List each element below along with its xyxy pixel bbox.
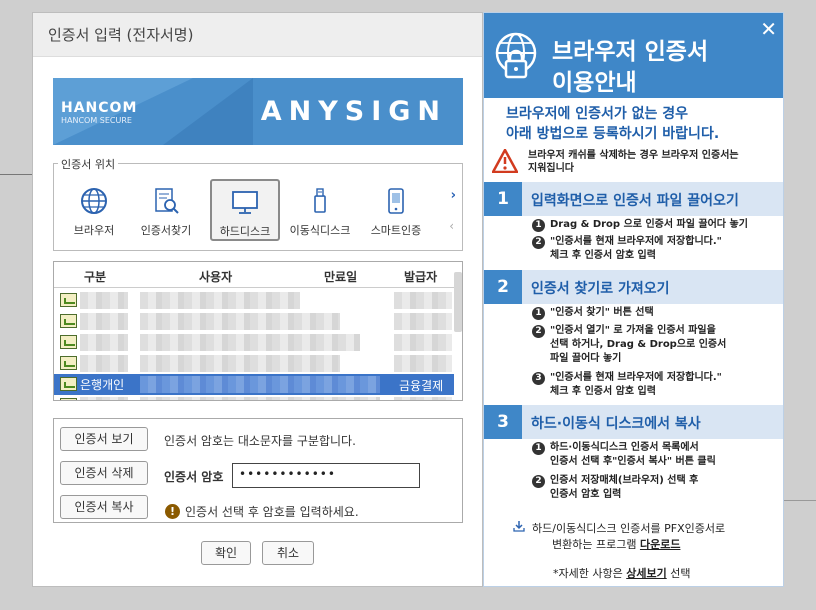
view-certificate-button[interactable]: 인증서 보기 [60, 427, 148, 451]
step-title: 인증서 찾기로 가져오기 [531, 281, 670, 297]
location-label: 인증서 위치 [58, 156, 119, 172]
location-hard-disk[interactable]: 하드디스크 [210, 179, 280, 241]
case-sensitive-hint: 인증서 암호는 대소문자를 구분합니다. [164, 434, 356, 448]
step-title: 입력화면으로 인증서 파일 끌어오기 [531, 193, 739, 209]
step-item: "인증서 열기" 로 가져올 인증서 파일을 선택 하거나, Drag & Dro… [550, 325, 727, 364]
certificate-status-icon [60, 293, 77, 307]
certificate-status-icon [60, 335, 77, 349]
table-row[interactable] [54, 311, 454, 332]
copy-certificate-button[interactable]: 인증서 복사 [60, 495, 148, 519]
certificate-status-icon [60, 356, 77, 370]
certificate-type: 은행개인 [80, 378, 125, 392]
cancel-button[interactable]: 취소 [262, 541, 314, 565]
guide-title: 브라우저 인증서 [552, 39, 709, 65]
globe-lock-icon [495, 32, 537, 79]
column-user: 사용자 [199, 270, 233, 284]
cache-warning: 브라우저 캐쉬를 삭제하는 경우 브라우저 인증서는 지워집니다 [528, 150, 739, 174]
background-line [784, 500, 816, 501]
step-item: "인증서를 현재 브라우저에 저장합니다." 체크 후 인증서 암호 입력 [550, 236, 722, 261]
pfx-download-text: 하드/이동식디스크 인증서를 PFX인증서로 [532, 522, 726, 535]
step-item-number: 2 [532, 475, 545, 488]
certificate-search-icon [155, 188, 179, 214]
intro-text: 브라우저에 인증서가 없는 경우 [506, 106, 689, 122]
certificate-status-icon [60, 314, 77, 328]
guide-header: 브라우저 인증서 이용안내 ✕ [484, 13, 783, 98]
step-3-header: 3 하드·이동식 디스크에서 복사 [484, 405, 783, 439]
download-link[interactable]: 다운로드 [640, 538, 680, 551]
download-icon [513, 521, 525, 532]
prev-arrow-icon[interactable]: ‹ [449, 219, 454, 233]
guide-subtitle: 이용안내 [552, 70, 637, 96]
warning-icon [492, 149, 518, 173]
browser-certificate-guide: 브라우저 인증서 이용안내 ✕ 브라우저에 인증서가 없는 경우 아래 방법으로… [483, 12, 784, 587]
location-certificate-search[interactable]: 인증서찾기 [132, 180, 200, 242]
dialog-title: 인증서 입력 (전자서명) [33, 13, 482, 57]
step-item-number: 1 [532, 219, 545, 232]
step-item-number: 2 [532, 325, 545, 338]
table-row-selected[interactable]: 은행개인 금융결제원 [54, 374, 454, 400]
step-item: 하드·이동식디스크 인증서 목록에서 인증서 선택 후"인증서 복사" 버튼 클릭 [550, 442, 716, 467]
table-row[interactable] [54, 332, 454, 353]
ok-button[interactable]: 확인 [201, 541, 251, 565]
next-arrow-icon[interactable]: › [451, 188, 456, 203]
password-label: 인증서 암호 [164, 470, 224, 484]
password-input[interactable]: •••••••••••• [232, 463, 420, 488]
step-number: 2 [484, 270, 522, 304]
table-scrollbar[interactable] [454, 272, 462, 332]
hancom-logo: HANCOM [61, 100, 138, 116]
certificate-dialog: 인증서 입력 (전자서명) HANCOM HANCOM SECURE ANYSI… [32, 12, 483, 587]
table-row[interactable] [54, 290, 454, 311]
detail-link[interactable]: 상세보기 [626, 567, 666, 580]
location-smart-certificate[interactable]: 스마트인증 [362, 180, 430, 242]
step-title: 하드·이동식 디스크에서 복사 [531, 416, 701, 432]
usb-icon [314, 188, 326, 213]
step-2-header: 2 인증서 찾기로 가져오기 [484, 270, 783, 304]
password-hint: 인증서 선택 후 암호를 입력하세요. [185, 505, 359, 519]
certificate-controls: 인증서 보기 인증서 암호는 대소문자를 구분합니다. 인증서 삭제 인증서 암… [53, 418, 463, 523]
intro-text: 아래 방법으로 등록하시기 바랍니다. [506, 126, 720, 142]
certificate-status-icon [60, 377, 77, 391]
anysign-banner: HANCOM HANCOM SECURE ANYSIGN [53, 78, 463, 145]
step-item-number: 2 [532, 236, 545, 249]
step-item-number: 1 [532, 442, 545, 455]
smartphone-icon [388, 188, 404, 214]
location-browser[interactable]: 브라우저 [60, 180, 128, 242]
column-type: 구분 [84, 270, 107, 284]
step-number: 3 [484, 405, 522, 439]
certificate-table: 구분 사용자 만료일 발급자 은행개인 금융결제 [53, 261, 463, 401]
globe-icon [81, 188, 107, 214]
step-number: 1 [484, 182, 522, 216]
info-icon: ! [165, 504, 180, 519]
detail-text: *자세한 사항은 상세보기 선택 [553, 567, 691, 580]
anysign-logo: ANYSIGN [260, 96, 447, 127]
step-1-header: 1 입력화면으로 인증서 파일 끌어오기 [484, 182, 783, 216]
close-icon[interactable]: ✕ [760, 19, 777, 39]
column-issuer: 발급자 [404, 270, 438, 284]
certificate-location-group: 인증서 위치 브라우저 인증서찾기 하드디스크 이동식디스크 스마트인증 › ‹ [53, 156, 463, 251]
step-item-number: 1 [532, 307, 545, 320]
step-item: "인증서를 현재 브라우저에 저장합니다." 체크 후 인증서 암호 입력 [550, 372, 722, 397]
step-item: Drag & Drop 으로 인증서 파일 끌어다 놓기 [550, 219, 748, 230]
hancom-secure-text: HANCOM SECURE [61, 116, 132, 125]
column-expiry: 만료일 [324, 270, 358, 284]
step-item: 인증서 저장매체(브라우저) 선택 후 인증서 암호 입력 [550, 475, 699, 500]
step-item-number: 3 [532, 372, 545, 385]
pfx-download-text: 변환하는 프로그램 다운로드 [552, 538, 681, 551]
location-removable-disk[interactable]: 이동식디스크 [286, 180, 354, 242]
table-row[interactable] [54, 395, 454, 400]
monitor-icon [232, 191, 258, 214]
table-row[interactable] [54, 353, 454, 374]
background-line [0, 174, 32, 175]
certificate-status-icon [60, 398, 77, 400]
step-item: "인증서 찾기" 버튼 선택 [550, 307, 654, 318]
table-header: 구분 사용자 만료일 발급자 [54, 262, 462, 288]
delete-certificate-button[interactable]: 인증서 삭제 [60, 461, 148, 485]
